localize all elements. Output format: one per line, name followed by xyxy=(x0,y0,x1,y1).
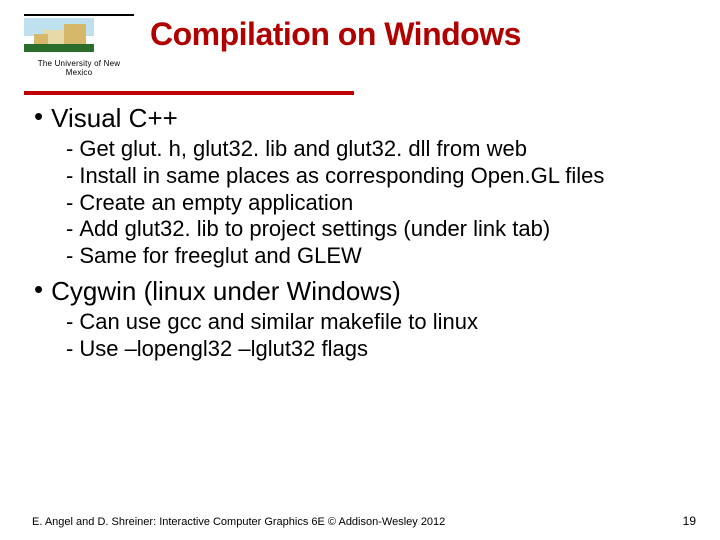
dash-icon: - xyxy=(66,136,73,163)
dash-icon: - xyxy=(66,336,73,363)
bullet-heading-text: Cygwin (linux under Windows) xyxy=(51,276,401,307)
sub-bullet-text: Install in same places as corresponding … xyxy=(79,163,604,190)
sub-bullet: -Can use gcc and similar makefile to lin… xyxy=(66,309,696,336)
page-number: 19 xyxy=(683,514,696,528)
bullet-icon: • xyxy=(34,103,43,134)
slide-footer: E. Angel and D. Shreiner: Interactive Co… xyxy=(32,514,696,528)
sub-bullet: -Install in same places as corresponding… xyxy=(66,163,696,190)
dash-icon: - xyxy=(66,309,73,336)
dash-icon: - xyxy=(66,216,73,243)
bullet-heading-text: Visual C++ xyxy=(51,103,178,134)
sub-bullet-text: Same for freeglut and GLEW xyxy=(79,243,361,270)
bullet-heading: • Visual C++ xyxy=(34,103,696,134)
sub-bullet-group: -Get glut. h, glut32. lib and glut32. dl… xyxy=(34,136,696,270)
sub-bullet: -Same for freeglut and GLEW xyxy=(66,243,696,270)
unm-building-icon xyxy=(24,18,94,52)
slide-content: • Visual C++ -Get glut. h, glut32. lib a… xyxy=(24,103,696,363)
slide-title: Compilation on Windows xyxy=(150,16,521,53)
sub-bullet: -Get glut. h, glut32. lib and glut32. dl… xyxy=(66,136,696,163)
sub-bullet-group: -Can use gcc and similar makefile to lin… xyxy=(34,309,696,363)
sub-bullet-text: Get glut. h, glut32. lib and glut32. dll… xyxy=(79,136,527,163)
institution-logo: The University of New Mexico xyxy=(24,12,134,77)
dash-icon: - xyxy=(66,163,73,190)
dash-icon: - xyxy=(66,190,73,217)
logo-rule xyxy=(24,14,134,16)
slide-header: The University of New Mexico Compilation… xyxy=(24,12,696,77)
sub-bullet: -Add glut32. lib to project settings (un… xyxy=(66,216,696,243)
sub-bullet-text: Add glut32. lib to project settings (und… xyxy=(79,216,550,243)
sub-bullet-text: Create an empty application xyxy=(79,190,353,217)
bullet-heading: • Cygwin (linux under Windows) xyxy=(34,276,696,307)
logo-caption: The University of New Mexico xyxy=(24,59,134,77)
sub-bullet: -Use –lopengl32 –lglut32 flags xyxy=(66,336,696,363)
slide: The University of New Mexico Compilation… xyxy=(0,0,720,540)
title-underline xyxy=(24,91,354,95)
sub-bullet-text: Can use gcc and similar makefile to linu… xyxy=(79,309,478,336)
footer-credit: E. Angel and D. Shreiner: Interactive Co… xyxy=(32,516,445,528)
dash-icon: - xyxy=(66,243,73,270)
bullet-icon: • xyxy=(34,276,43,307)
sub-bullet: -Create an empty application xyxy=(66,190,696,217)
sub-bullet-text: Use –lopengl32 –lglut32 flags xyxy=(79,336,368,363)
